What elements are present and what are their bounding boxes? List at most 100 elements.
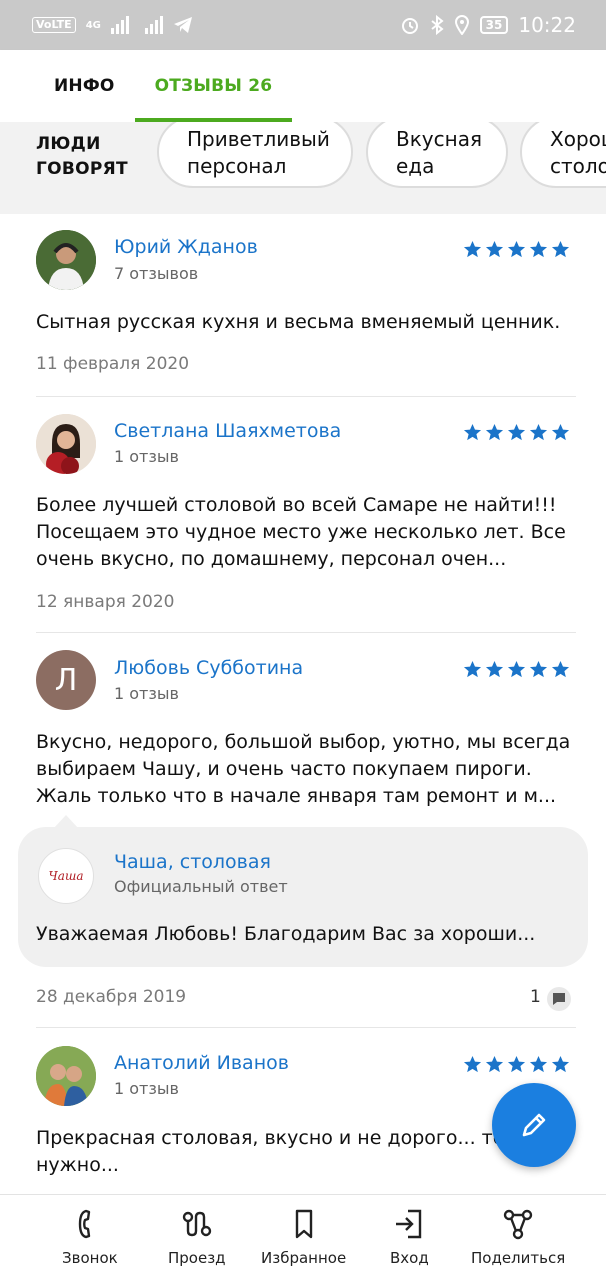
alarm-icon (401, 18, 418, 34)
star-icon (463, 423, 482, 446)
bluetooth-icon (431, 15, 444, 35)
divider (36, 632, 576, 633)
review-date: 12 января 2020 (36, 592, 175, 612)
review-text-line: выбираем Чашу, и очень часто покупаем пи… (36, 758, 532, 780)
star-icon (507, 240, 526, 263)
chip-line: Вкусная (396, 127, 482, 151)
reply-text[interactable]: Уважаемая Любовь! Благодарим Вас за хоро… (36, 923, 535, 945)
review-text[interactable]: Сытная русская кухня и весьма вменяемый … (36, 309, 576, 336)
reply-business-name[interactable]: Чаша, столовая (114, 851, 271, 873)
star-icon (507, 660, 526, 683)
people-say-label-line2: ГОВОРЯТ (36, 159, 128, 179)
chip-good-canteen[interactable]: Хорошая столовая (520, 122, 606, 188)
star-icon (551, 660, 570, 683)
nav-favorites[interactable]: Избранное (261, 1207, 346, 1267)
status-bar: VoLTE 4G 35 10:22 (0, 0, 606, 50)
avatar[interactable]: Л (36, 650, 96, 710)
review-text-line: Посещаем это чудное место уже несколько … (36, 521, 566, 543)
business-logo: Чаша (38, 848, 94, 904)
people-say-bar: ЛЮДИ ГОВОРЯТ Приветливый персонал Вкусна… (0, 122, 606, 214)
star-icon (485, 660, 504, 683)
bottom-nav: Звонок Проезд Избранное Вход Поделиться (0, 1194, 606, 1280)
star-icon (551, 423, 570, 446)
review-date: 28 декабря 2019 (36, 987, 187, 1007)
rating-stars (463, 660, 570, 683)
star-icon (529, 423, 548, 446)
bookmark-icon (295, 1209, 312, 1239)
star-icon (485, 1055, 504, 1078)
reviewer-review-count: 1 отзыв (114, 1079, 179, 1098)
pencil-icon (522, 1113, 546, 1137)
review-text-line: Жаль только что в начале января там ремо… (36, 785, 557, 807)
tab-info[interactable]: ИНФО (34, 50, 135, 122)
avatar[interactable] (36, 1046, 96, 1106)
chip-line: столовая (550, 154, 606, 178)
reviewer-name[interactable]: Любовь Субботина (114, 657, 303, 679)
nav-label: Избранное (261, 1249, 347, 1267)
rating-stars (463, 240, 570, 263)
chip-tasty-food[interactable]: Вкусная еда (366, 122, 508, 188)
signal-2-icon (144, 16, 163, 34)
chip-friendly-staff[interactable]: Приветливый персонал (157, 122, 353, 188)
tab-bar: ИНФО ОТЗЫВЫ 26 (0, 50, 606, 122)
phone-icon (78, 1209, 91, 1239)
chip-line: Хорошая (550, 127, 606, 151)
comment-count[interactable]: 1 (530, 987, 541, 1007)
nav-login[interactable]: Вход (390, 1207, 429, 1267)
star-icon (507, 423, 526, 446)
star-icon (507, 1055, 526, 1078)
login-icon (396, 1209, 422, 1239)
review-text-line: Вкусно, недорого, большой выбор, уютно, … (36, 731, 571, 753)
rating-stars (463, 1055, 570, 1078)
reviewer-name[interactable]: Анатолий Иванов (114, 1052, 289, 1074)
nav-share[interactable]: Поделиться (471, 1207, 565, 1267)
star-icon (529, 240, 548, 263)
star-icon (551, 240, 570, 263)
write-review-button[interactable] (492, 1083, 576, 1167)
nav-label: Звонок (62, 1249, 118, 1267)
comment-icon[interactable] (547, 987, 571, 1011)
volte-badge: VoLTE (32, 17, 76, 33)
review-text-line: нужно... (36, 1154, 119, 1176)
star-icon (463, 240, 482, 263)
avatar[interactable] (36, 230, 96, 290)
nav-label: Вход (390, 1249, 429, 1267)
nav-call[interactable]: Звонок (62, 1207, 118, 1267)
nav-label: Проезд (168, 1249, 226, 1267)
star-icon (529, 1055, 548, 1078)
star-icon (463, 660, 482, 683)
avatar[interactable] (36, 414, 96, 474)
divider (36, 396, 576, 397)
nav-label: Поделиться (471, 1249, 566, 1267)
reply-subtitle: Официальный ответ (114, 877, 288, 896)
network-type: 4G (85, 19, 101, 31)
tab-reviews[interactable]: ОТЗЫВЫ 26 (134, 50, 293, 122)
telegram-icon (173, 17, 192, 33)
star-icon (485, 240, 504, 263)
location-icon (454, 15, 469, 35)
rating-stars (463, 423, 570, 446)
star-icon (551, 1055, 570, 1078)
review-text[interactable]: Вкусно, недорого, большой выбор, уютно, … (36, 729, 576, 810)
reviewer-name[interactable]: Юрий Жданов (114, 236, 258, 258)
review-text[interactable]: Более лучшей столовой во всей Самаре не … (36, 492, 576, 573)
signal-icon (110, 16, 129, 34)
reviewer-review-count: 1 отзыв (114, 684, 179, 703)
star-icon (485, 423, 504, 446)
people-say-label-line1: ЛЮДИ (36, 134, 101, 154)
chip-line: еда (396, 154, 435, 178)
review-date: 11 февраля 2020 (36, 354, 190, 374)
nav-route[interactable]: Проезд (168, 1207, 226, 1267)
avatar-letter: Л (54, 662, 78, 698)
chip-line: персонал (187, 154, 287, 178)
star-icon (529, 660, 548, 683)
review-text-line: очень вкусно, по домашнему, персонал оче… (36, 548, 507, 570)
star-icon (463, 1055, 482, 1078)
battery-indicator: 35 (479, 16, 509, 34)
share-icon (503, 1209, 533, 1240)
business-logo-text: Чаша (48, 869, 84, 883)
reviewer-review-count: 1 отзыв (114, 447, 179, 466)
official-reply[interactable] (18, 827, 588, 967)
reviewer-name[interactable]: Светлана Шаяхметова (114, 420, 341, 442)
chip-line: Приветливый (187, 127, 330, 151)
